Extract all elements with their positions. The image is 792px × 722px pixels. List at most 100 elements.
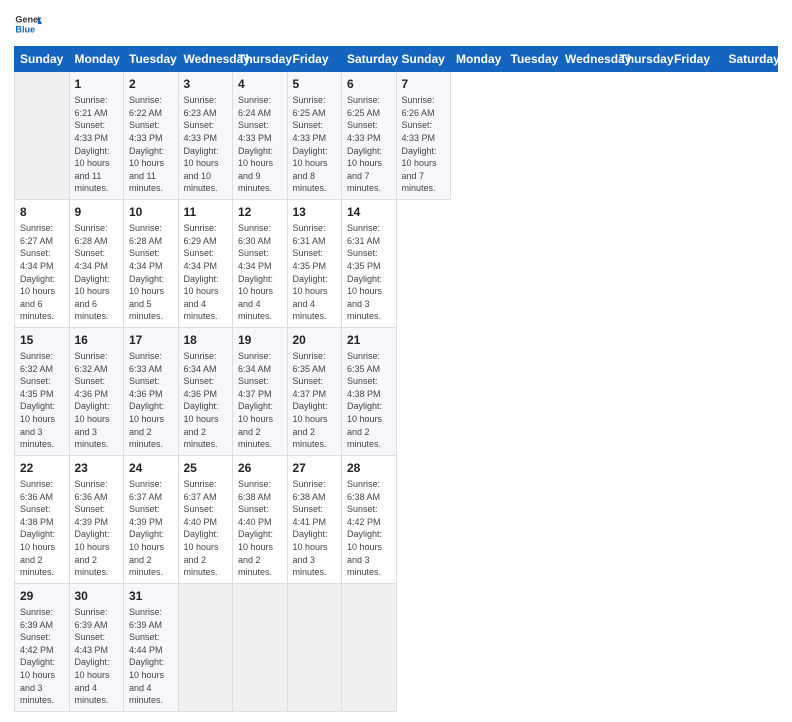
day-info: Sunrise: 6:39 AM Sunset: 4:44 PM Dayligh… [129,606,173,707]
day-number: 18 [184,332,228,348]
column-header-tuesday: Tuesday [505,47,560,72]
day-info: Sunrise: 6:34 AM Sunset: 4:37 PM Dayligh… [238,350,282,451]
calendar-cell: 1 Sunrise: 6:21 AM Sunset: 4:33 PM Daylig… [69,72,124,200]
calendar-cell: 25 Sunrise: 6:37 AM Sunset: 4:40 PM Dayli… [178,455,233,583]
day-number: 2 [129,76,173,92]
day-info: Sunrise: 6:38 AM Sunset: 4:42 PM Dayligh… [347,478,391,579]
calendar-cell: 31 Sunrise: 6:39 AM Sunset: 4:44 PM Dayli… [124,583,179,711]
day-info: Sunrise: 6:38 AM Sunset: 4:41 PM Dayligh… [293,478,337,579]
day-number: 27 [293,460,337,476]
day-number: 15 [20,332,64,348]
day-info: Sunrise: 6:27 AM Sunset: 4:34 PM Dayligh… [20,222,64,323]
day-number: 20 [293,332,337,348]
header: General Blue [14,10,778,38]
day-info: Sunrise: 6:38 AM Sunset: 4:40 PM Dayligh… [238,478,282,579]
day-number: 29 [20,588,64,604]
day-info: Sunrise: 6:21 AM Sunset: 4:33 PM Dayligh… [75,94,119,195]
day-number: 1 [75,76,119,92]
day-info: Sunrise: 6:37 AM Sunset: 4:39 PM Dayligh… [129,478,173,579]
calendar-cell: 2 Sunrise: 6:22 AM Sunset: 4:33 PM Daylig… [124,72,179,200]
column-header-sunday: Sunday [396,47,451,72]
day-info: Sunrise: 6:32 AM Sunset: 4:35 PM Dayligh… [20,350,64,451]
calendar-cell: 21Sunrise: 6:35 AM Sunset: 4:38 PM Dayli… [342,327,397,455]
day-number: 7 [402,76,446,92]
day-number: 28 [347,460,391,476]
day-info: Sunrise: 6:34 AM Sunset: 4:36 PM Dayligh… [184,350,228,451]
day-number: 17 [129,332,173,348]
day-number: 5 [293,76,337,92]
day-number: 14 [347,204,391,220]
day-info: Sunrise: 6:28 AM Sunset: 4:34 PM Dayligh… [75,222,119,323]
calendar-cell [233,583,288,711]
calendar-cell [15,72,70,200]
calendar-cell: 16Sunrise: 6:32 AM Sunset: 4:36 PM Dayli… [69,327,124,455]
column-header-monday: Monday [451,47,506,72]
day-number: 4 [238,76,282,92]
calendar-cell: 12 Sunrise: 6:30 AM Sunset: 4:34 PM Dayli… [233,199,288,327]
calendar-cell: 23 Sunrise: 6:36 AM Sunset: 4:39 PM Dayli… [69,455,124,583]
calendar-cell: 20 Sunrise: 6:35 AM Sunset: 4:37 PM Dayli… [287,327,342,455]
calendar-cell: 26 Sunrise: 6:38 AM Sunset: 4:40 PM Dayli… [233,455,288,583]
day-number: 11 [184,204,228,220]
calendar-header-row: SundayMondayTuesdayWednesdayThursdayFrid… [15,47,778,72]
calendar-cell: 29 Sunrise: 6:39 AM Sunset: 4:42 PM Dayli… [15,583,70,711]
day-info: Sunrise: 6:25 AM Sunset: 4:33 PM Dayligh… [293,94,337,195]
calendar-cell: 22Sunrise: 6:36 AM Sunset: 4:38 PM Dayli… [15,455,70,583]
calendar-cell: 4Sunrise: 6:24 AM Sunset: 4:33 PM Daylig… [233,72,288,200]
calendar-cell: 5 Sunrise: 6:25 AM Sunset: 4:33 PM Daylig… [287,72,342,200]
day-info: Sunrise: 6:28 AM Sunset: 4:34 PM Dayligh… [129,222,173,323]
day-info: Sunrise: 6:39 AM Sunset: 4:43 PM Dayligh… [75,606,119,707]
calendar-cell: 18 Sunrise: 6:34 AM Sunset: 4:36 PM Dayli… [178,327,233,455]
svg-text:Blue: Blue [15,24,35,34]
calendar-cell [178,583,233,711]
day-info: Sunrise: 6:36 AM Sunset: 4:39 PM Dayligh… [75,478,119,579]
day-number: 25 [184,460,228,476]
calendar-week-5: 29 Sunrise: 6:39 AM Sunset: 4:42 PM Dayli… [15,583,778,711]
calendar-cell: 13Sunrise: 6:31 AM Sunset: 4:35 PM Dayli… [287,199,342,327]
column-header-wednesday: Wednesday [560,47,615,72]
day-number: 13 [293,204,337,220]
day-info: Sunrise: 6:32 AM Sunset: 4:36 PM Dayligh… [75,350,119,451]
column-header-saturday: Saturday [342,47,397,72]
calendar-cell: 30Sunrise: 6:39 AM Sunset: 4:43 PM Dayli… [69,583,124,711]
day-info: Sunrise: 6:35 AM Sunset: 4:37 PM Dayligh… [293,350,337,451]
calendar-cell: 15 Sunrise: 6:32 AM Sunset: 4:35 PM Dayli… [15,327,70,455]
calendar-week-1: 1 Sunrise: 6:21 AM Sunset: 4:33 PM Daylig… [15,72,778,200]
column-header-saturday: Saturday [723,47,778,72]
calendar-cell: 28 Sunrise: 6:38 AM Sunset: 4:42 PM Dayli… [342,455,397,583]
day-number: 23 [75,460,119,476]
day-info: Sunrise: 6:23 AM Sunset: 4:33 PM Dayligh… [184,94,228,195]
day-number: 8 [20,204,64,220]
day-number: 10 [129,204,173,220]
day-info: Sunrise: 6:39 AM Sunset: 4:42 PM Dayligh… [20,606,64,707]
day-number: 26 [238,460,282,476]
day-number: 3 [184,76,228,92]
calendar-cell: 8 Sunrise: 6:27 AM Sunset: 4:34 PM Daylig… [15,199,70,327]
day-info: Sunrise: 6:22 AM Sunset: 4:33 PM Dayligh… [129,94,173,195]
day-number: 9 [75,204,119,220]
calendar-cell: 27 Sunrise: 6:38 AM Sunset: 4:41 PM Dayli… [287,455,342,583]
calendar-cell: 11Sunrise: 6:29 AM Sunset: 4:34 PM Dayli… [178,199,233,327]
calendar-cell: 10 Sunrise: 6:28 AM Sunset: 4:34 PM Dayli… [124,199,179,327]
calendar-week-4: 22Sunrise: 6:36 AM Sunset: 4:38 PM Dayli… [15,455,778,583]
day-info: Sunrise: 6:35 AM Sunset: 4:38 PM Dayligh… [347,350,391,451]
day-info: Sunrise: 6:33 AM Sunset: 4:36 PM Dayligh… [129,350,173,451]
logo-icon: General Blue [14,10,42,38]
day-number: 12 [238,204,282,220]
day-number: 24 [129,460,173,476]
calendar-cell: 24 Sunrise: 6:37 AM Sunset: 4:39 PM Dayli… [124,455,179,583]
day-info: Sunrise: 6:30 AM Sunset: 4:34 PM Dayligh… [238,222,282,323]
day-number: 6 [347,76,391,92]
day-number: 31 [129,588,173,604]
logo: General Blue [14,10,42,38]
calendar-cell: 3 Sunrise: 6:23 AM Sunset: 4:33 PM Daylig… [178,72,233,200]
calendar-cell: 17 Sunrise: 6:33 AM Sunset: 4:36 PM Dayli… [124,327,179,455]
day-info: Sunrise: 6:37 AM Sunset: 4:40 PM Dayligh… [184,478,228,579]
day-info: Sunrise: 6:31 AM Sunset: 4:35 PM Dayligh… [347,222,391,323]
day-info: Sunrise: 6:25 AM Sunset: 4:33 PM Dayligh… [347,94,391,195]
calendar-cell [342,583,397,711]
day-number: 19 [238,332,282,348]
column-header-monday: Monday [69,47,124,72]
calendar-week-2: 8 Sunrise: 6:27 AM Sunset: 4:34 PM Daylig… [15,199,778,327]
column-header-friday: Friday [669,47,724,72]
